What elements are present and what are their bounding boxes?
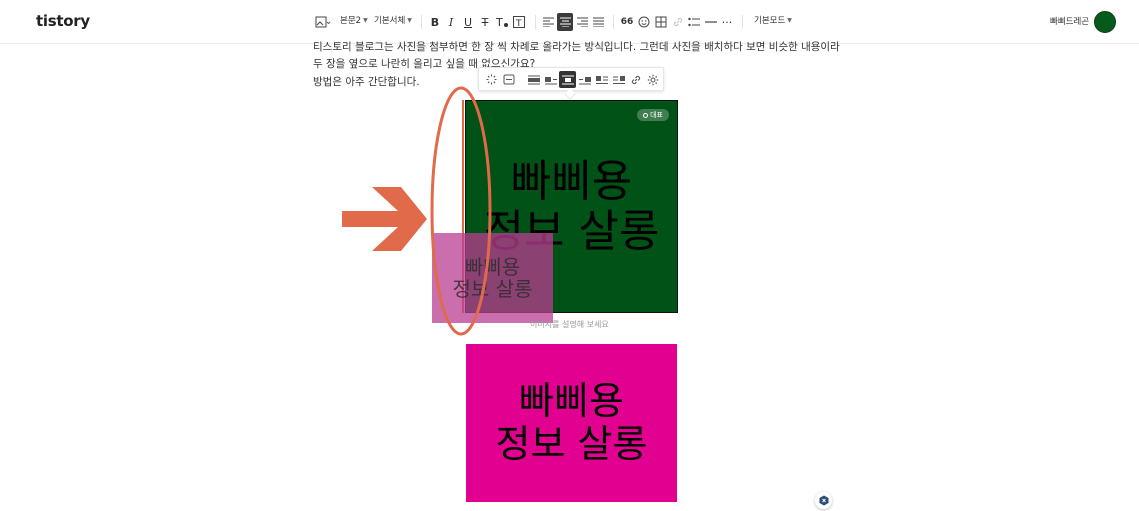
toolbar-divider bbox=[613, 15, 614, 29]
image-loading-button[interactable] bbox=[483, 71, 500, 88]
image-wrap-right-button[interactable] bbox=[610, 71, 627, 88]
table-button[interactable] bbox=[654, 13, 668, 31]
image-alt-button[interactable] bbox=[500, 71, 517, 88]
strikethrough-icon: T bbox=[481, 15, 489, 29]
quote-icon: 66 bbox=[620, 17, 634, 27]
svg-text:T: T bbox=[515, 19, 522, 29]
underline-icon: U bbox=[463, 15, 473, 29]
link-icon bbox=[631, 75, 640, 84]
bold-icon: B bbox=[430, 15, 440, 29]
bullet-list-icon bbox=[688, 17, 700, 26]
strikethrough-button[interactable]: T bbox=[478, 13, 492, 31]
text-color-icon: T bbox=[495, 16, 508, 29]
paragraph-style-dropdown[interactable]: 본문2 ▼ bbox=[340, 14, 368, 26]
image-text-line1: 빠삐용 bbox=[510, 156, 633, 208]
gear-icon bbox=[647, 74, 658, 85]
align-left-button[interactable] bbox=[541, 13, 556, 31]
horizontal-line-icon bbox=[705, 21, 717, 23]
link-button[interactable] bbox=[671, 13, 685, 31]
floating-help-button[interactable] bbox=[815, 492, 832, 509]
image-full-width-button[interactable] bbox=[525, 71, 542, 88]
image-settings-button[interactable] bbox=[644, 71, 661, 88]
image-align-right-button[interactable] bbox=[576, 71, 593, 88]
spinner-icon bbox=[486, 74, 497, 85]
hexagon-icon bbox=[819, 495, 828, 506]
italic-icon: I bbox=[448, 15, 454, 29]
image-align-left-icon bbox=[544, 76, 557, 84]
image-align-right-icon bbox=[578, 76, 591, 84]
toolbar-divider bbox=[742, 15, 743, 29]
bold-button[interactable]: B bbox=[428, 13, 442, 31]
blog-name[interactable]: 빠삐드레곤 bbox=[1050, 15, 1089, 27]
tistory-logo[interactable]: tistory bbox=[36, 12, 90, 30]
image-wrap-left-button[interactable] bbox=[593, 71, 610, 88]
toolbar-divider bbox=[421, 15, 422, 29]
image-align-center-icon bbox=[561, 75, 574, 84]
image-text-line2: 정보 살롱 bbox=[495, 422, 648, 466]
paragraph-line[interactable]: 티스토리 블로그는 사진을 첨부하면 한 장 씩 차례로 올라가는 방식입니다.… bbox=[313, 39, 840, 54]
align-right-icon bbox=[577, 17, 588, 27]
image-wrap-right-icon bbox=[612, 75, 625, 84]
chevron-down-icon: ▼ bbox=[363, 16, 368, 24]
image-align-center-button[interactable] bbox=[559, 71, 576, 88]
image-wrap-left-icon bbox=[595, 75, 608, 84]
dragging-image-preview[interactable]: 빠삐용 정보 살롱 bbox=[432, 233, 553, 323]
image-icon bbox=[315, 16, 331, 28]
image-text-line1: 빠삐용 bbox=[519, 379, 624, 424]
align-center-icon bbox=[559, 17, 571, 27]
align-center-button[interactable] bbox=[557, 13, 573, 31]
align-full-width-icon bbox=[527, 75, 540, 84]
chevron-down-icon: ▼ bbox=[787, 16, 792, 24]
smiley-icon bbox=[638, 16, 650, 28]
align-right-button[interactable] bbox=[575, 13, 590, 31]
image-link-button[interactable] bbox=[627, 71, 644, 88]
text-color-button[interactable]: T bbox=[495, 13, 509, 31]
image-text-line1: 빠삐용 bbox=[464, 254, 521, 279]
pink-image[interactable]: 빠삐용 정보 살롱 bbox=[466, 344, 677, 502]
circle-icon bbox=[643, 112, 649, 118]
emoticon-button[interactable] bbox=[637, 13, 651, 31]
text-background-icon: T bbox=[513, 16, 525, 29]
text-background-button[interactable]: T bbox=[512, 13, 526, 31]
editor-mode-dropdown[interactable]: 기본모드 ▼ bbox=[754, 14, 792, 26]
more-options-button[interactable]: ··· bbox=[720, 13, 734, 31]
image-alt-icon bbox=[503, 74, 514, 85]
toolbar-pointer bbox=[564, 88, 576, 100]
bullet-list-button[interactable] bbox=[687, 13, 701, 31]
horizontal-rule-button[interactable] bbox=[704, 13, 718, 31]
insert-image-button[interactable] bbox=[313, 13, 333, 31]
italic-button[interactable]: I bbox=[444, 13, 458, 31]
image-caption-input[interactable]: 이미지를 설명해 보세요 bbox=[530, 319, 609, 330]
image-text-line2: 정보 살롱 bbox=[452, 277, 533, 301]
image-toolbar bbox=[478, 67, 664, 100]
link-icon bbox=[673, 17, 683, 27]
toolbar-divider bbox=[535, 15, 536, 29]
chevron-down-icon: ▼ bbox=[407, 16, 412, 24]
more-horizontal-icon: ··· bbox=[721, 15, 733, 29]
svg-text:T: T bbox=[495, 16, 503, 29]
avatar[interactable] bbox=[1094, 11, 1116, 33]
paragraph-line[interactable]: 방법은 아주 간단합니다. bbox=[313, 74, 420, 89]
editor-toolbar: tistory 본문2 ▼ 기본서체 ▼ B I U T T T 66 ··· … bbox=[0, 0, 1139, 44]
representative-badge[interactable]: 대표 bbox=[637, 109, 669, 121]
align-justify-button[interactable] bbox=[591, 13, 606, 31]
table-icon bbox=[655, 16, 667, 28]
quote-button[interactable]: 66 bbox=[620, 13, 634, 31]
underline-button[interactable]: U bbox=[461, 13, 475, 31]
image-align-left-button[interactable] bbox=[542, 71, 559, 88]
align-justify-icon bbox=[593, 17, 604, 27]
font-family-dropdown[interactable]: 기본서체 ▼ bbox=[374, 14, 412, 26]
align-left-icon bbox=[543, 17, 554, 27]
arrow-right-icon bbox=[342, 187, 427, 251]
